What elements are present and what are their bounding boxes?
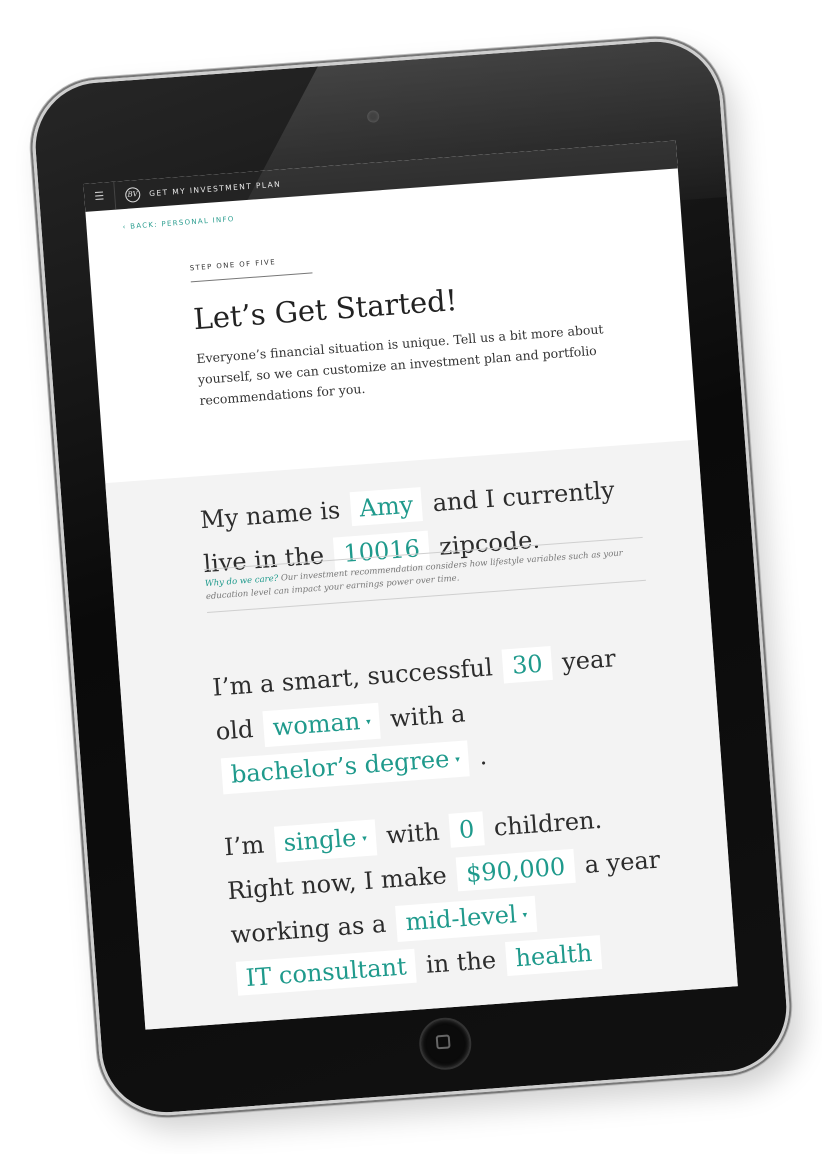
sentence-text: My name is <box>199 496 342 535</box>
industry-input[interactable]: health <box>505 935 603 976</box>
age-input[interactable]: 30 <box>501 645 553 684</box>
sentence-text: with <box>385 817 441 850</box>
back-link[interactable]: ‹ BACK: PERSONAL INFO <box>122 215 235 231</box>
stage: ☰ BV GET MY INVESTMENT PLAN ‹ BACK: PERS… <box>0 0 822 1154</box>
home-button[interactable] <box>417 1015 474 1072</box>
top-bar: ☰ BV GET MY INVESTMENT PLAN <box>83 140 678 212</box>
gender-select[interactable]: woman ▾ <box>262 702 381 747</box>
gender-value: woman <box>271 707 362 742</box>
hamburger-menu-icon[interactable]: ☰ <box>83 181 117 212</box>
screen: ☰ BV GET MY INVESTMENT PLAN ‹ BACK: PERS… <box>83 140 738 1030</box>
sentence-text: I’m <box>223 830 266 862</box>
job-level-select[interactable]: mid-level ▾ <box>395 895 538 942</box>
level-value: mid-level <box>404 900 518 937</box>
intro-section: STEP ONE OF FIVE Let’s Get Started! Ever… <box>190 232 640 411</box>
chevron-down-icon: ▾ <box>454 754 461 765</box>
sentence-age-gender-education: I’m a smart, successful 30 year old woma… <box>211 634 659 798</box>
education-value: bachelor’s degree <box>229 744 451 789</box>
job-title-input[interactable]: IT consultant <box>235 948 417 996</box>
status-value: single <box>282 823 358 858</box>
form-area: My name is Amy and I currently live in t… <box>105 439 738 1030</box>
chevron-down-icon: ▾ <box>361 833 368 844</box>
sentence-text: in the <box>425 945 497 979</box>
home-button-icon <box>435 1034 451 1050</box>
name-input[interactable]: Amy <box>349 487 424 527</box>
chevron-down-icon: ▾ <box>522 909 528 921</box>
sentence-status-income-job: I’m single ▾ with 0 children. Right now, … <box>223 793 675 1001</box>
logo-icon: BV <box>124 186 141 203</box>
tablet-device: ☰ BV GET MY INVESTMENT PLAN ‹ BACK: PERS… <box>27 34 795 1120</box>
step-label: STEP ONE OF FIVE <box>189 258 277 273</box>
chevron-down-icon: ▾ <box>365 716 372 728</box>
camera-icon <box>366 110 380 123</box>
step-divider <box>190 272 313 283</box>
sentence-text: . <box>478 741 488 771</box>
marital-status-select[interactable]: single ▾ <box>273 819 377 863</box>
sentence-text: I’m a smart, successful <box>211 653 494 702</box>
app-title: GET MY INVESTMENT PLAN <box>148 178 282 198</box>
sentence-text: with a <box>389 699 467 733</box>
income-input[interactable]: $90,000 <box>455 848 576 892</box>
children-input[interactable]: 0 <box>448 811 485 848</box>
education-select[interactable]: bachelor’s degree ▾ <box>220 740 471 794</box>
